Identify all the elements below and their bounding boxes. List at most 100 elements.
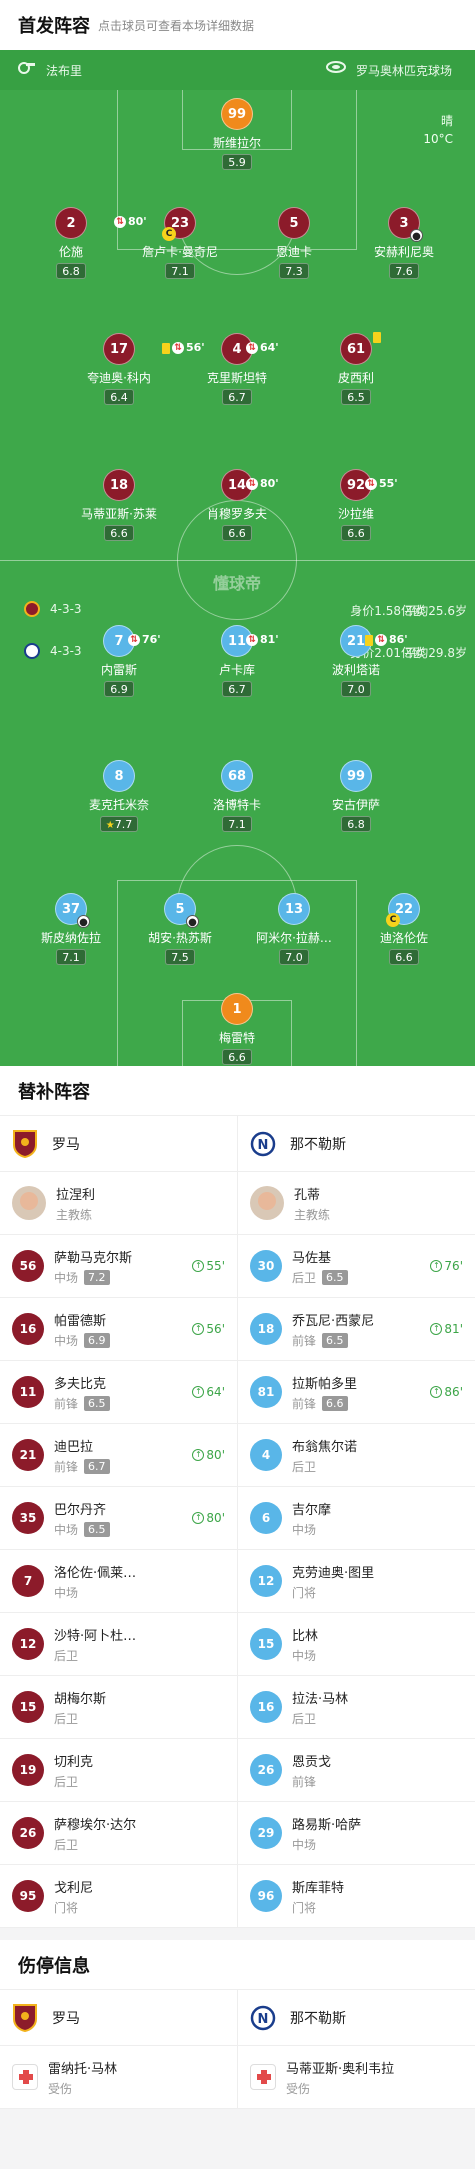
napoli-crest-icon: N bbox=[250, 1131, 276, 1156]
sub-player-row[interactable]: 96 斯库菲特 门将 bbox=[238, 1865, 475, 1928]
injury-row[interactable]: 雷纳托·马林 受伤 bbox=[0, 2046, 237, 2109]
sub-in-icon: ↑ bbox=[192, 1323, 205, 1335]
sub-player-row[interactable]: 26 萨穆埃尔·达尔 后卫 bbox=[0, 1802, 237, 1865]
home-player[interactable]: 92 ⇅ 55' 沙拉维 6.6 bbox=[306, 469, 406, 541]
sub-player-row[interactable]: 95 戈利尼 门将 bbox=[0, 1865, 237, 1928]
player-number: 17 bbox=[109, 342, 129, 357]
pitch: 法布里 罗马奥林匹克球场 晴 10°C 懂球帝 4-3-3 身价1.58亿欧 平… bbox=[0, 50, 475, 1066]
injury-row[interactable]: 马蒂亚斯·奥利韦拉 受伤 bbox=[238, 2046, 475, 2109]
player-number: 18 bbox=[103, 469, 135, 501]
away-team-row[interactable]: N 那不勒斯 bbox=[238, 1116, 475, 1172]
player-number: 96 bbox=[250, 1880, 282, 1912]
away-player[interactable]: 21 ⇅ 86' 波利塔诺 7.0 bbox=[306, 625, 408, 697]
home-player[interactable]: 17 ⇅ 56' 夸迪奥·科内 6.4 bbox=[69, 333, 205, 405]
referee-name: 法布里 bbox=[46, 64, 83, 78]
away-player[interactable]: 7 ⇅ 76' 内雷斯 6.9 bbox=[69, 625, 169, 697]
player-number: 14 bbox=[227, 478, 247, 493]
sub-player-row[interactable]: 16 帕雷德斯 中场 6.9 ↑ 56' bbox=[0, 1298, 237, 1361]
player-position: 中场 bbox=[54, 1333, 79, 1348]
away-player[interactable]: 68 洛博特卡 7.1 bbox=[187, 760, 287, 832]
sub-player-row[interactable]: 35 巴尔丹齐 中场 6.5 ↑ 80' bbox=[0, 1487, 237, 1550]
home-team-row[interactable]: 罗马 bbox=[0, 1990, 237, 2046]
player-number: 68 bbox=[221, 760, 253, 792]
player-number: 30 bbox=[250, 1250, 282, 1282]
home-coach-row[interactable]: 拉涅利 主教练 bbox=[0, 1172, 237, 1235]
stadium-name: 罗马奥林匹克球场 bbox=[356, 64, 453, 78]
home-player[interactable]: 61 皮西利 6.5 bbox=[306, 332, 406, 405]
away-player[interactable]: 99 安古伊萨 6.8 bbox=[306, 760, 406, 832]
player-position: 后卫 bbox=[292, 1459, 317, 1474]
sub-player-row[interactable]: 21 迪巴拉 前锋 6.7 ↑ 80' bbox=[0, 1424, 237, 1487]
home-player[interactable]: 23 C 詹卢卡·曼奇尼 7.1 bbox=[130, 207, 230, 279]
injured-player-name: 雷纳托·马林 bbox=[48, 2061, 118, 2077]
player-name: 克劳迪奥·图里 bbox=[292, 1565, 375, 1581]
sub-out-icon: ⇅ bbox=[365, 478, 377, 490]
player-number: 2 bbox=[66, 216, 76, 231]
player-number: 7 bbox=[12, 1565, 44, 1597]
sub-player-row[interactable]: 7 洛伦佐·佩莱… 中场 bbox=[0, 1550, 237, 1613]
sub-player-row[interactable]: 11 多夫比克 前锋 6.5 ↑ 64' bbox=[0, 1361, 237, 1424]
player-name: 马佐基 bbox=[292, 1250, 332, 1266]
player-number: 3 bbox=[399, 216, 409, 231]
sub-player-row[interactable]: 4 布翁焦尔诺 后卫 bbox=[238, 1424, 475, 1487]
away-player[interactable]: 22 C 迪洛伦佐 6.6 bbox=[354, 893, 454, 965]
player-name: 斯维拉尔 bbox=[212, 136, 261, 150]
sub-in-badge: ↑ 55' bbox=[192, 1259, 225, 1273]
away-player[interactable]: 37 ● 斯皮纳佐拉 7.1 bbox=[21, 893, 121, 965]
player-number: 12 bbox=[12, 1628, 44, 1660]
away-team-row[interactable]: N 那不勒斯 bbox=[238, 1990, 475, 2046]
sub-player-row[interactable]: 30 马佐基 后卫 6.5 ↑ 76' bbox=[238, 1235, 475, 1298]
home-player[interactable]: 4 ⇅ 64' 克里斯坦特 6.7 bbox=[187, 333, 287, 405]
away-player[interactable]: 1 梅雷特 6.6 bbox=[187, 993, 287, 1065]
player-number: 18 bbox=[250, 1313, 282, 1345]
player-number: 26 bbox=[250, 1754, 282, 1786]
player-rating: 6.4 bbox=[104, 389, 134, 405]
coach-avatar bbox=[250, 1186, 284, 1220]
player-rating: 6.6 bbox=[104, 525, 134, 541]
away-player[interactable]: 8 麦克托米奈 ★7.7 bbox=[69, 760, 169, 832]
medical-icon bbox=[12, 2064, 38, 2090]
home-player[interactable]: 3 ● 安赫利尼奥 7.6 bbox=[354, 207, 454, 279]
player-number: 21 bbox=[346, 634, 366, 649]
player-number: 5 bbox=[175, 902, 185, 917]
sub-player-row[interactable]: 18 乔瓦尼·西蒙尼 前锋 6.5 ↑ 81' bbox=[238, 1298, 475, 1361]
sub-player-row[interactable]: 15 比林 中场 bbox=[238, 1613, 475, 1676]
player-name: 乔瓦尼·西蒙尼 bbox=[292, 1313, 375, 1329]
injuries-table: 罗马 雷纳托·马林 受伤 N 那不勒斯 马蒂亚斯·奥利韦拉 受伤 bbox=[0, 1990, 475, 2109]
sub-player-row[interactable]: 16 拉法·马林 后卫 bbox=[238, 1676, 475, 1739]
sub-out-icon: ⇅ bbox=[172, 342, 184, 354]
away-player[interactable]: 5 ● 胡安·热苏斯 7.5 bbox=[130, 893, 230, 965]
home-team-row[interactable]: 罗马 bbox=[0, 1116, 237, 1172]
home-player[interactable]: 2 ⇅ 80' 伦施 6.8 bbox=[21, 207, 147, 279]
sub-in-time: 80' bbox=[206, 1448, 225, 1462]
sub-out-icon: ⇅ bbox=[128, 634, 140, 646]
goal-ball-icon: ● bbox=[186, 915, 199, 928]
sub-player-row[interactable]: 26 恩贡戈 前锋 bbox=[238, 1739, 475, 1802]
away-player[interactable]: 13 阿米尔·拉赫… 7.0 bbox=[244, 893, 344, 965]
player-position: 后卫 bbox=[54, 1711, 79, 1726]
player-position: 前锋 bbox=[292, 1774, 317, 1789]
player-rating: 6.7 bbox=[84, 1458, 110, 1474]
sub-player-row[interactable]: 15 胡梅尔斯 后卫 bbox=[0, 1676, 237, 1739]
player-name: 沙特·阿卜杜… bbox=[54, 1628, 137, 1644]
player-position: 后卫 bbox=[54, 1774, 79, 1789]
home-player[interactable]: 99 斯维拉尔 5.9 bbox=[187, 98, 287, 170]
sub-player-row[interactable]: 6 吉尔摩 中场 bbox=[238, 1487, 475, 1550]
sub-player-row[interactable]: 81 拉斯帕多里 前锋 6.6 ↑ 86' bbox=[238, 1361, 475, 1424]
sub-player-row[interactable]: 19 切利克 后卫 bbox=[0, 1739, 237, 1802]
home-player[interactable]: 18 马蒂亚斯·苏莱 6.6 bbox=[69, 469, 169, 541]
player-number: 99 bbox=[221, 98, 253, 130]
away-coach-row[interactable]: 孔蒂 主教练 bbox=[238, 1172, 475, 1235]
sub-in-icon: ↑ bbox=[430, 1323, 443, 1335]
home-player[interactable]: 5 恩迪卡 7.3 bbox=[244, 207, 344, 279]
sub-player-row[interactable]: 29 路易斯·哈萨 中场 bbox=[238, 1802, 475, 1865]
sub-player-row[interactable]: 12 沙特·阿卜杜… 后卫 bbox=[0, 1613, 237, 1676]
subs-section-title: 替补阵容 bbox=[0, 1066, 475, 1116]
player-name: 吉尔摩 bbox=[292, 1502, 332, 1518]
player-rating: 6.7 bbox=[222, 681, 252, 697]
sub-player-row[interactable]: 56 萨勒马克尔斯 中场 7.2 ↑ 55' bbox=[0, 1235, 237, 1298]
sub-player-row[interactable]: 12 克劳迪奥·图里 门将 bbox=[238, 1550, 475, 1613]
away-injuries-column: N 那不勒斯 马蒂亚斯·奥利韦拉 受伤 bbox=[237, 1990, 475, 2109]
away-player[interactable]: 11 ⇅ 81' 卢卡库 6.7 bbox=[187, 625, 287, 697]
home-player[interactable]: 14 ⇅ 80' 肖穆罗多夫 6.6 bbox=[187, 469, 287, 541]
